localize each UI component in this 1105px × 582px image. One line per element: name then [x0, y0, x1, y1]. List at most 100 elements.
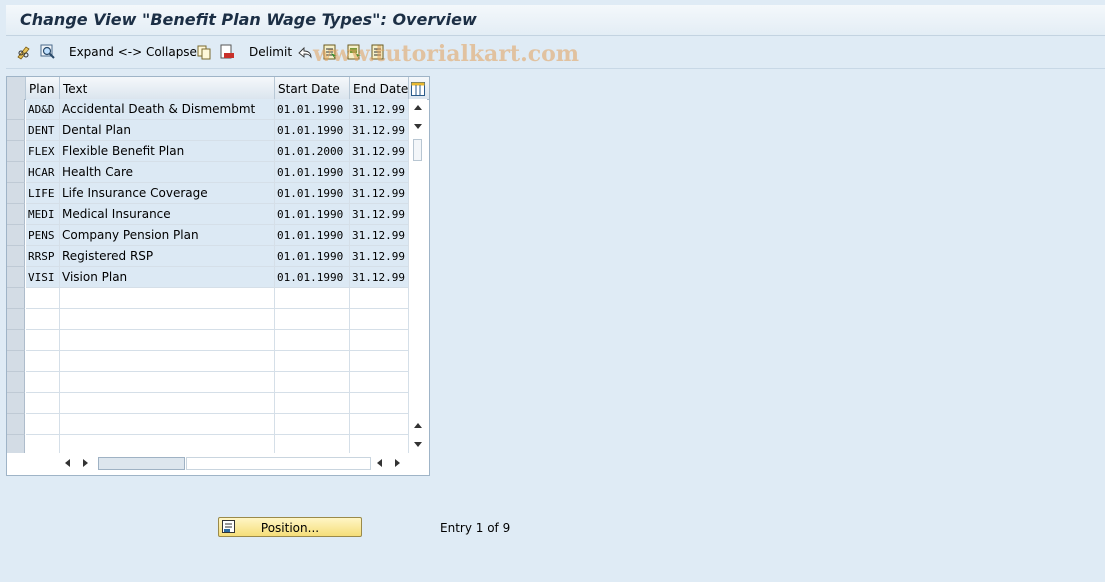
empty-table-row[interactable] [7, 393, 409, 414]
table-row[interactable]: DENT Dental Plan 01.01.1990 31.12.99 [7, 120, 409, 141]
table-row[interactable]: MEDI Medical Insurance 01.01.1990 31.12.99 [7, 204, 409, 225]
plan-cell: FLEX [26, 141, 60, 162]
row-selector[interactable] [7, 351, 25, 372]
row-selector[interactable] [7, 330, 25, 351]
text-cell: Medical Insurance [60, 204, 275, 225]
end-date-cell: 31.12.99 [350, 204, 409, 225]
plan-cell [26, 372, 60, 393]
end-date-cell [350, 309, 409, 330]
text-cell: Health Care [60, 162, 275, 183]
table-row[interactable]: RRSP Registered RSP 01.01.1990 31.12.99 [7, 246, 409, 267]
display-change-button[interactable] [16, 42, 32, 62]
text-cell: Registered RSP [60, 246, 275, 267]
table-row[interactable]: AD&D Accidental Death & Dismembmt 01.01.19… [7, 99, 409, 120]
text-cell [60, 372, 275, 393]
text-cell [60, 414, 275, 435]
start-date-cell: 01.01.1990 [275, 99, 350, 120]
horizontal-scroll-track[interactable] [186, 457, 371, 470]
table-control: Plan Text Start Date End Date AD&D Accide… [6, 76, 430, 476]
row-selector[interactable] [7, 120, 25, 141]
empty-table-row[interactable] [7, 351, 409, 372]
empty-table-row[interactable] [7, 372, 409, 393]
plan-cell: VISI [26, 267, 60, 288]
column-header-start-date[interactable]: Start Date [275, 77, 350, 99]
text-cell: Life Insurance Coverage [60, 183, 275, 204]
delimit-label: Delimit [249, 45, 293, 59]
empty-table-row[interactable] [7, 330, 409, 351]
row-selector[interactable] [7, 204, 25, 225]
start-date-cell [275, 372, 350, 393]
end-date-cell [350, 351, 409, 372]
plan-cell [26, 288, 60, 309]
row-selector[interactable] [7, 267, 25, 288]
undo-button[interactable] [297, 42, 313, 62]
find-button[interactable] [40, 42, 56, 62]
table-row[interactable]: VISI Vision Plan 01.01.1990 31.12.99 [7, 267, 409, 288]
scroll-left-arrow[interactable] [65, 459, 70, 467]
plan-cell: LIFE [26, 183, 60, 204]
column-header-end-date[interactable]: End Date [350, 77, 409, 99]
row-selector[interactable] [7, 372, 25, 393]
table-row[interactable]: PENS Company Pension Plan 01.01.1990 31.12.… [7, 225, 409, 246]
scroll-down-arrow[interactable] [414, 423, 422, 428]
position-button[interactable]: Position... [218, 517, 362, 537]
text-cell [60, 309, 275, 330]
scroll-left-arrow-2[interactable] [377, 459, 382, 467]
row-selector[interactable] [7, 225, 25, 246]
row-selector[interactable] [7, 99, 25, 120]
start-date-cell [275, 288, 350, 309]
row-selector[interactable] [7, 246, 25, 267]
watermark: www.tutorialkart.com [313, 41, 580, 67]
row-selector[interactable] [7, 414, 25, 435]
table-row[interactable]: LIFE Life Insurance Coverage 01.01.1990 31.… [7, 183, 409, 204]
table-row[interactable]: FLEX Flexible Benefit Plan 01.01.2000 31.12… [7, 141, 409, 162]
row-selector[interactable] [7, 162, 25, 183]
start-date-cell: 01.01.1990 [275, 246, 350, 267]
plan-cell: RRSP [26, 246, 60, 267]
row-selector[interactable] [7, 141, 25, 162]
scroll-right-arrow[interactable] [83, 459, 88, 467]
scroll-top-arrow[interactable] [414, 105, 422, 110]
scroll-right-arrow-2[interactable] [395, 459, 400, 467]
row-selector[interactable] [7, 309, 25, 330]
empty-table-row[interactable] [7, 309, 409, 330]
start-date-cell: 01.01.1990 [275, 162, 350, 183]
text-cell: Company Pension Plan [60, 225, 275, 246]
empty-table-row[interactable] [7, 288, 409, 309]
start-date-cell [275, 351, 350, 372]
row-selector[interactable] [7, 393, 25, 414]
scroll-up-arrow[interactable] [414, 124, 422, 129]
text-cell: Vision Plan [60, 267, 275, 288]
scroll-bottom-arrow[interactable] [414, 442, 422, 447]
row-selector[interactable] [7, 183, 25, 204]
copy-icon [196, 44, 212, 60]
copy-button[interactable] [196, 42, 212, 62]
horizontal-scroll-thumb[interactable] [98, 457, 185, 470]
start-date-cell: 01.01.1990 [275, 204, 350, 225]
find-icon [40, 44, 56, 60]
scroll-thumb[interactable] [413, 139, 422, 161]
delete-button[interactable] [219, 42, 235, 62]
text-cell [60, 351, 275, 372]
row-selector[interactable] [7, 288, 25, 309]
text-cell [60, 330, 275, 351]
start-date-cell [275, 330, 350, 351]
empty-table-row[interactable] [7, 414, 409, 435]
expand-collapse-button[interactable]: Expand <-> Collapse [69, 42, 197, 62]
end-date-cell [350, 414, 409, 435]
delimit-button[interactable]: Delimit [249, 42, 292, 62]
plan-cell: HCAR [26, 162, 60, 183]
column-header-text[interactable]: Text [60, 77, 275, 99]
table-settings-button[interactable] [409, 77, 429, 99]
plan-cell: DENT [26, 120, 60, 141]
horizontal-scrollbar[interactable] [7, 453, 427, 473]
column-header-plan[interactable]: Plan [26, 77, 60, 99]
text-cell [60, 393, 275, 414]
end-date-cell [350, 393, 409, 414]
select-all-rows-cell[interactable] [7, 77, 26, 99]
plan-cell: MEDI [26, 204, 60, 225]
vertical-scrollbar[interactable] [409, 99, 427, 453]
end-date-cell [350, 288, 409, 309]
expand-collapse-label: Expand <-> Collapse [69, 45, 197, 59]
table-row[interactable]: HCAR Health Care 01.01.1990 31.12.99 [7, 162, 409, 183]
